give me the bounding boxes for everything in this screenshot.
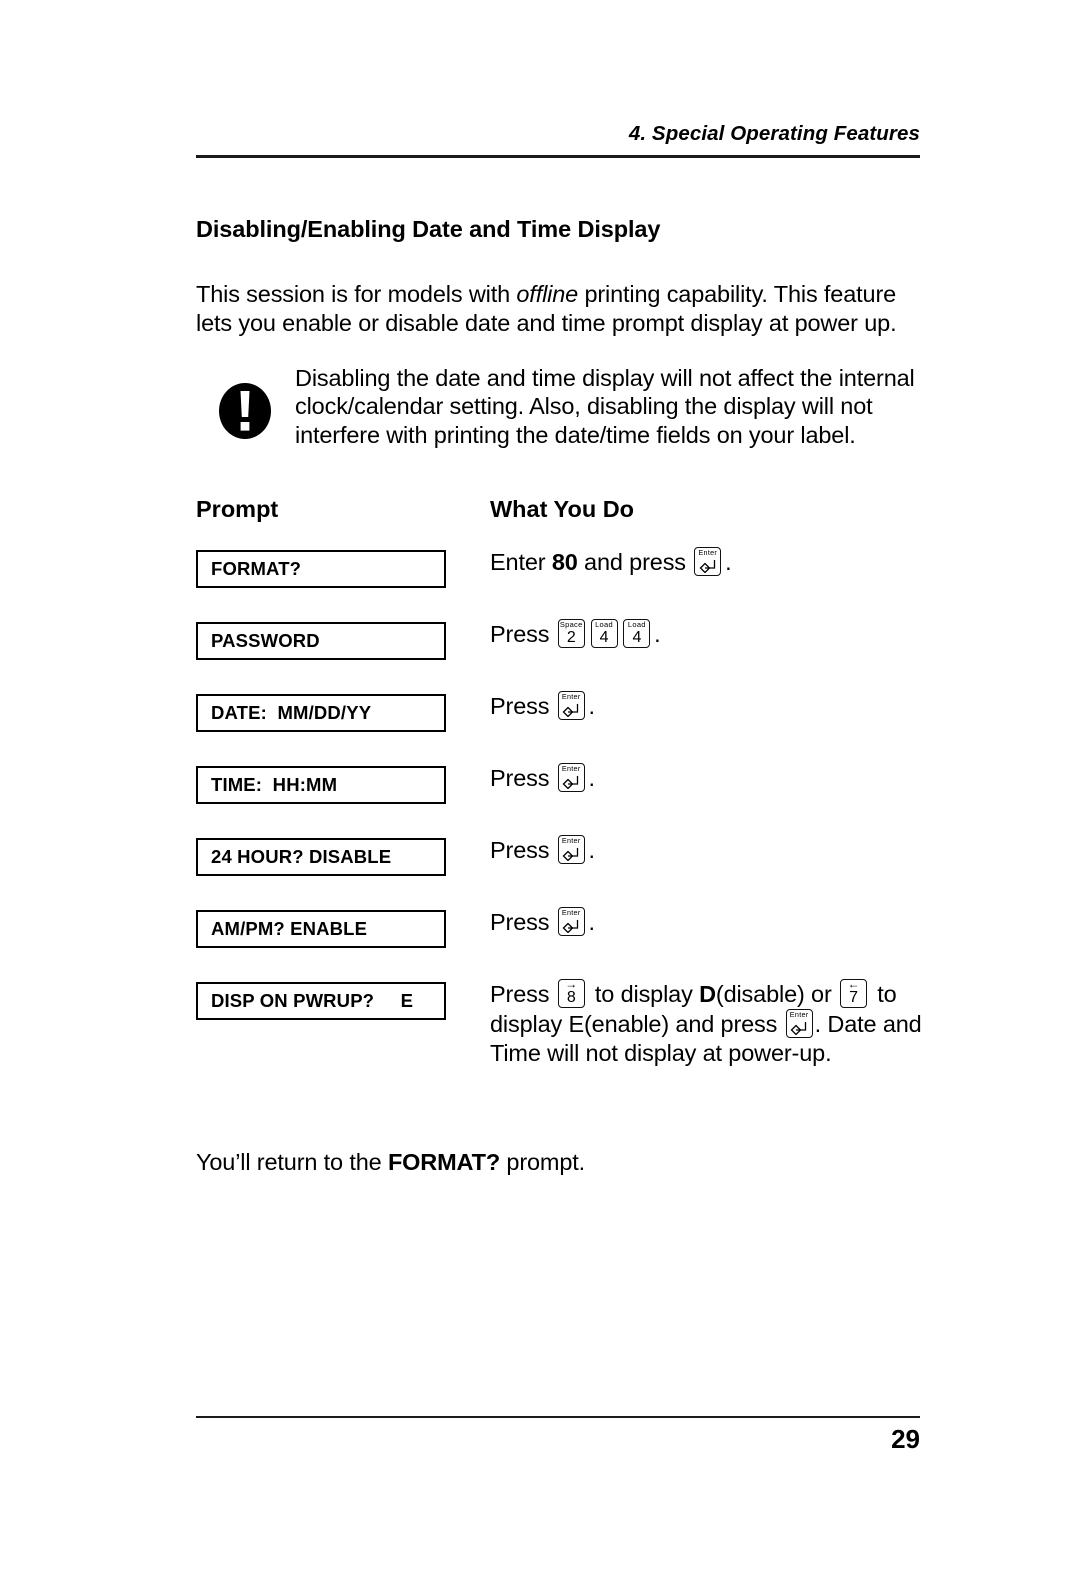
column-header-prompt: Prompt	[196, 496, 279, 522]
prompt-display-text: 24 HOUR? DISABLE	[211, 846, 392, 867]
prompt-display-box: DISP ON PWRUP? E	[196, 982, 446, 1020]
enter-arrow-glyph	[562, 848, 579, 861]
procedure-step-row: TIME: HH:MM Press Enter .	[196, 763, 926, 838]
procedure-steps-table: FORMAT? Enter 80 and press Enter . PASSWOR…	[196, 547, 926, 1066]
intro-text-part1: This session is for models with	[196, 280, 517, 307]
key-cap-label: Space	[559, 620, 583, 629]
load-4-key-icon: Load 4	[590, 619, 618, 648]
procedure-step-row: FORMAT? Enter 80 and press Enter .	[196, 547, 926, 622]
caution-note-text: Disabling the date and time display will…	[295, 365, 915, 448]
enter-key-icon: Enter	[557, 763, 585, 792]
key-cap-label: Enter	[789, 1010, 809, 1019]
enter-key-icon: Enter	[557, 691, 585, 720]
prompt-display-box: TIME: HH:MM	[196, 766, 446, 804]
enter-key-icon: Enter	[557, 835, 585, 864]
closing-suffix: prompt.	[500, 1148, 586, 1175]
prompt-display-box: DATE: MM/DD/YY	[196, 694, 446, 732]
intro-paragraph: This session is for models with offline …	[196, 280, 926, 338]
key-cap-label: Enter	[561, 764, 581, 773]
enter-arrow-glyph	[790, 1022, 807, 1035]
key-cap-label: Load	[595, 620, 613, 629]
prompt-display-text: TIME: HH:MM	[211, 774, 338, 795]
closing-prefix: You’ll return to the	[196, 1148, 388, 1175]
key-digit-label: 7	[849, 989, 858, 1006]
step-instruction: Press Space 2 Load 4 Load 4 .	[490, 619, 661, 648]
header-divider	[196, 155, 920, 158]
step-instruction: Press Enter .	[490, 835, 595, 864]
prompt-display-box: PASSWORD	[196, 622, 446, 660]
step-instruction: Press Enter .	[490, 907, 595, 936]
key-cap-label: Enter	[561, 692, 581, 701]
enter-arrow-glyph	[562, 920, 579, 933]
key-digit-label: 4	[632, 629, 642, 646]
prompt-display-text: DATE: MM/DD/YY	[211, 702, 372, 723]
load-4-key-icon: Load 4	[623, 619, 651, 648]
prompt-display-text: PASSWORD	[211, 630, 320, 651]
enter-arrow-glyph	[699, 560, 715, 573]
step-instruction: Press → 8 to display D(disable) or ← 7 to …	[490, 979, 922, 1066]
column-header-what-you-do: What You Do	[490, 496, 635, 522]
prompt-display-text: AM/PM? ENABLE	[211, 918, 368, 939]
exclamation-circle-icon	[218, 382, 272, 440]
key-digit-label: 8	[566, 989, 576, 1006]
closing-line: You’ll return to the FORMAT? prompt.	[196, 1149, 926, 1176]
step-instruction: Enter 80 and press Enter .	[490, 547, 732, 576]
key-digit-label: 4	[599, 629, 609, 646]
procedure-step-row: DATE: MM/DD/YY Press Enter .	[196, 691, 926, 766]
step-instruction: Press Enter .	[490, 691, 595, 720]
procedure-step-row: 24 HOUR? DISABLE Press Enter .	[196, 835, 926, 910]
key-digit-label: 2	[566, 629, 576, 646]
enter-arrow-glyph	[562, 704, 579, 717]
manual-page: 4. Special Operating Features Disabling/…	[0, 0, 1080, 1578]
enter-key-icon: Enter	[557, 907, 585, 936]
procedure-step-row: PASSWORD Press Space 2 Load 4 Load 4 .	[196, 619, 926, 694]
enter-key-icon: Enter	[785, 1009, 813, 1038]
footer-divider	[196, 1416, 920, 1419]
instruction-emphasis: 80	[551, 549, 578, 575]
page-title: Disabling/Enabling Date and Time Display	[196, 216, 661, 242]
key-cap-label: Enter	[698, 548, 718, 557]
running-header: 4. Special Operating Features	[628, 122, 920, 145]
prompt-display-box: AM/PM? ENABLE	[196, 910, 446, 948]
key-cap-label: Enter	[561, 908, 581, 917]
space-2-key-icon: Space 2	[557, 619, 585, 648]
right-arrow-8-key-icon: → 8	[557, 979, 585, 1008]
enter-arrow-glyph	[562, 776, 579, 789]
enter-key-icon: Enter	[694, 547, 722, 576]
intro-emphasis: offline	[516, 280, 579, 307]
key-cap-label: Enter	[561, 836, 581, 845]
instruction-emphasis: D	[699, 981, 716, 1007]
prompt-display-text: DISP ON PWRUP? E	[211, 990, 414, 1011]
prompt-display-box: FORMAT?	[196, 550, 446, 588]
page-number: 29	[891, 1424, 920, 1454]
closing-bold-prompt: FORMAT?	[387, 1148, 501, 1175]
step-instruction: Press Enter .	[490, 763, 595, 792]
prompt-display-text: FORMAT?	[211, 558, 302, 579]
procedure-step-row: AM/PM? ENABLE Press Enter .	[196, 907, 926, 982]
key-cap-label: Load	[627, 620, 646, 629]
left-arrow-7-key-icon: ← 7	[840, 979, 868, 1008]
procedure-step-row: DISP ON PWRUP? E Press → 8 to display D(di…	[196, 979, 926, 1066]
prompt-display-box: 24 HOUR? DISABLE	[196, 838, 446, 876]
